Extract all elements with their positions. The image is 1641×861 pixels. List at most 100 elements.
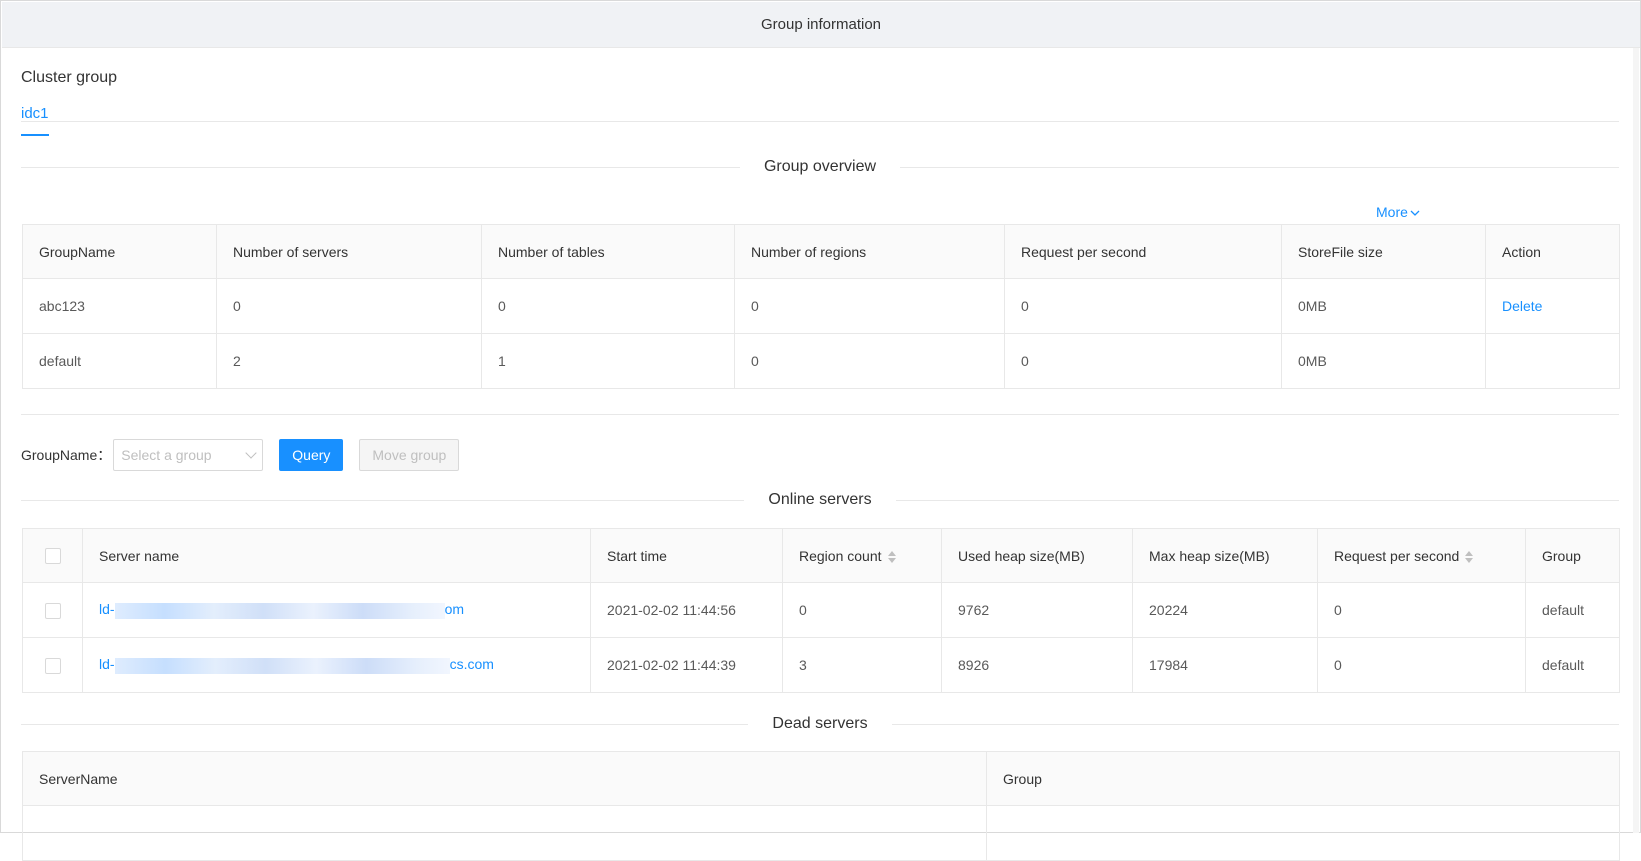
select-all-cell <box>22 528 83 583</box>
empty-cell <box>986 805 1620 861</box>
group-select-placeholder: Select a group <box>121 447 212 463</box>
column-header: Max heap size(MB) <box>1132 528 1318 583</box>
column-header-sortable[interactable]: Request per second <box>1317 528 1526 583</box>
cell-storefile: 0MB <box>1281 278 1486 334</box>
server-name-prefix: ld- <box>99 656 115 673</box>
column-header: Group <box>986 751 1620 806</box>
column-header: Server name <box>82 528 591 583</box>
cell-servers: 2 <box>216 333 482 389</box>
cell-rps: 0 <box>1317 582 1526 638</box>
cell-regions: 0 <box>734 333 1005 389</box>
cell-server-name: ld-cs.com <box>82 637 591 693</box>
cell-tables: 0 <box>481 278 735 334</box>
app-frame: Group information Cluster group idc1 Gro… <box>0 0 1641 861</box>
section-divider <box>21 414 1619 415</box>
online-servers-title: Online servers <box>768 491 872 508</box>
cell-rps: 0 <box>1317 637 1526 693</box>
cell-storefile: 0MB <box>1281 333 1486 389</box>
row-select-cell <box>22 582 83 638</box>
group-overview-table: GroupName Number of servers Number of ta… <box>22 224 1620 389</box>
cell-servers: 0 <box>216 278 482 334</box>
table-header-row: ServerName Group <box>22 751 1620 806</box>
cell-max-heap: 20224 <box>1132 582 1318 638</box>
column-header: Used heap size(MB) <box>941 528 1133 583</box>
column-header-label: Request per second <box>1334 547 1460 564</box>
server-name-prefix: ld- <box>99 601 115 618</box>
chevron-down-icon <box>245 447 257 459</box>
group-name-label: GroupName： <box>21 447 112 463</box>
empty-cell <box>22 805 987 861</box>
dead-servers-divider: Dead servers <box>21 713 1619 735</box>
group-select[interactable]: Select a group <box>113 439 264 471</box>
dead-servers-title: Dead servers <box>772 715 868 732</box>
select-all-checkbox[interactable] <box>44 548 61 565</box>
more-dropdown-link[interactable]: More <box>1376 204 1420 220</box>
table-header-row: Server name Start time Region count Used… <box>22 528 1620 583</box>
table-row <box>22 805 1620 861</box>
column-header: Group <box>1525 528 1620 583</box>
cell-group-name: default <box>22 333 217 389</box>
server-name-link[interactable]: ld-cs.com <box>99 656 494 674</box>
table-row: abc123 0 0 0 0 0MB Delete <box>22 278 1620 334</box>
column-header: Start time <box>590 528 783 583</box>
cluster-group-title: Cluster group <box>21 69 118 86</box>
cell-used-heap: 8926 <box>941 637 1133 693</box>
cell-action: Delete <box>1485 278 1620 334</box>
cell-region-count: 0 <box>782 582 942 638</box>
column-header: Action <box>1485 224 1620 279</box>
cell-region-count: 3 <box>782 637 942 693</box>
cell-tables: 1 <box>481 333 735 389</box>
cell-group: default <box>1525 637 1620 693</box>
online-servers-table: Server name Start time Region count Used… <box>22 528 1620 693</box>
cell-start-time: 2021-02-02 11:44:56 <box>590 582 783 638</box>
dead-servers-table: ServerName Group <box>22 751 1620 861</box>
row-checkbox[interactable] <box>44 602 61 619</box>
scrollbar[interactable] <box>1633 48 1639 833</box>
row-select-cell <box>22 637 83 693</box>
column-header: Number of servers <box>216 224 482 279</box>
column-header: Request per second <box>1004 224 1282 279</box>
redacted-hostname <box>114 602 445 619</box>
server-name-suffix: om <box>444 601 465 618</box>
move-group-button[interactable]: Move group <box>359 439 460 471</box>
page-title: Group information <box>760 16 882 33</box>
table-header-row: GroupName Number of servers Number of ta… <box>22 224 1620 279</box>
tab-idc1[interactable]: idc1 <box>21 105 49 136</box>
redacted-hostname <box>114 657 450 674</box>
online-servers-divider: Online servers <box>21 489 1619 511</box>
page-header: Group information <box>2 2 1640 48</box>
delete-link[interactable]: Delete <box>1502 298 1542 314</box>
column-header: Number of tables <box>481 224 735 279</box>
server-name-link[interactable]: ld-om <box>99 601 465 619</box>
cell-regions: 0 <box>734 278 1005 334</box>
cell-max-heap: 17984 <box>1132 637 1318 693</box>
column-header-label: Region count <box>799 547 882 564</box>
cell-action <box>1485 333 1620 389</box>
table-row: default 2 1 0 0 0MB <box>22 333 1620 389</box>
row-checkbox[interactable] <box>44 657 61 674</box>
server-name-suffix: cs.com <box>449 656 494 673</box>
group-overview-divider: Group overview <box>21 156 1619 178</box>
group-filter-form: GroupName： Select a group Query Move gro… <box>21 439 460 471</box>
cell-group-name: abc123 <box>22 278 217 334</box>
group-overview-title: Group overview <box>763 158 877 175</box>
cell-server-name: ld-om <box>82 582 591 638</box>
column-header: ServerName <box>22 751 987 806</box>
cluster-tabs: idc1 <box>21 101 1619 136</box>
column-header-sortable[interactable]: Region count <box>782 528 942 583</box>
sort-icon[interactable] <box>887 550 896 563</box>
column-header: Number of regions <box>734 224 1005 279</box>
column-header: StoreFile size <box>1281 224 1486 279</box>
chevron-down-icon <box>1410 210 1420 217</box>
more-label: More <box>1376 204 1408 220</box>
column-header: GroupName <box>22 224 217 279</box>
cell-group: default <box>1525 582 1620 638</box>
table-row: ld-cs.com 2021-02-02 11:44:39 3 8926 179… <box>22 637 1620 693</box>
query-button[interactable]: Query <box>279 439 344 471</box>
sort-icon[interactable] <box>1465 550 1474 563</box>
table-row: ld-om 2021-02-02 11:44:56 0 9762 20224 0… <box>22 582 1620 638</box>
cell-used-heap: 9762 <box>941 582 1133 638</box>
cell-rps: 0 <box>1004 278 1282 334</box>
cell-start-time: 2021-02-02 11:44:39 <box>590 637 783 693</box>
cell-rps: 0 <box>1004 333 1282 389</box>
